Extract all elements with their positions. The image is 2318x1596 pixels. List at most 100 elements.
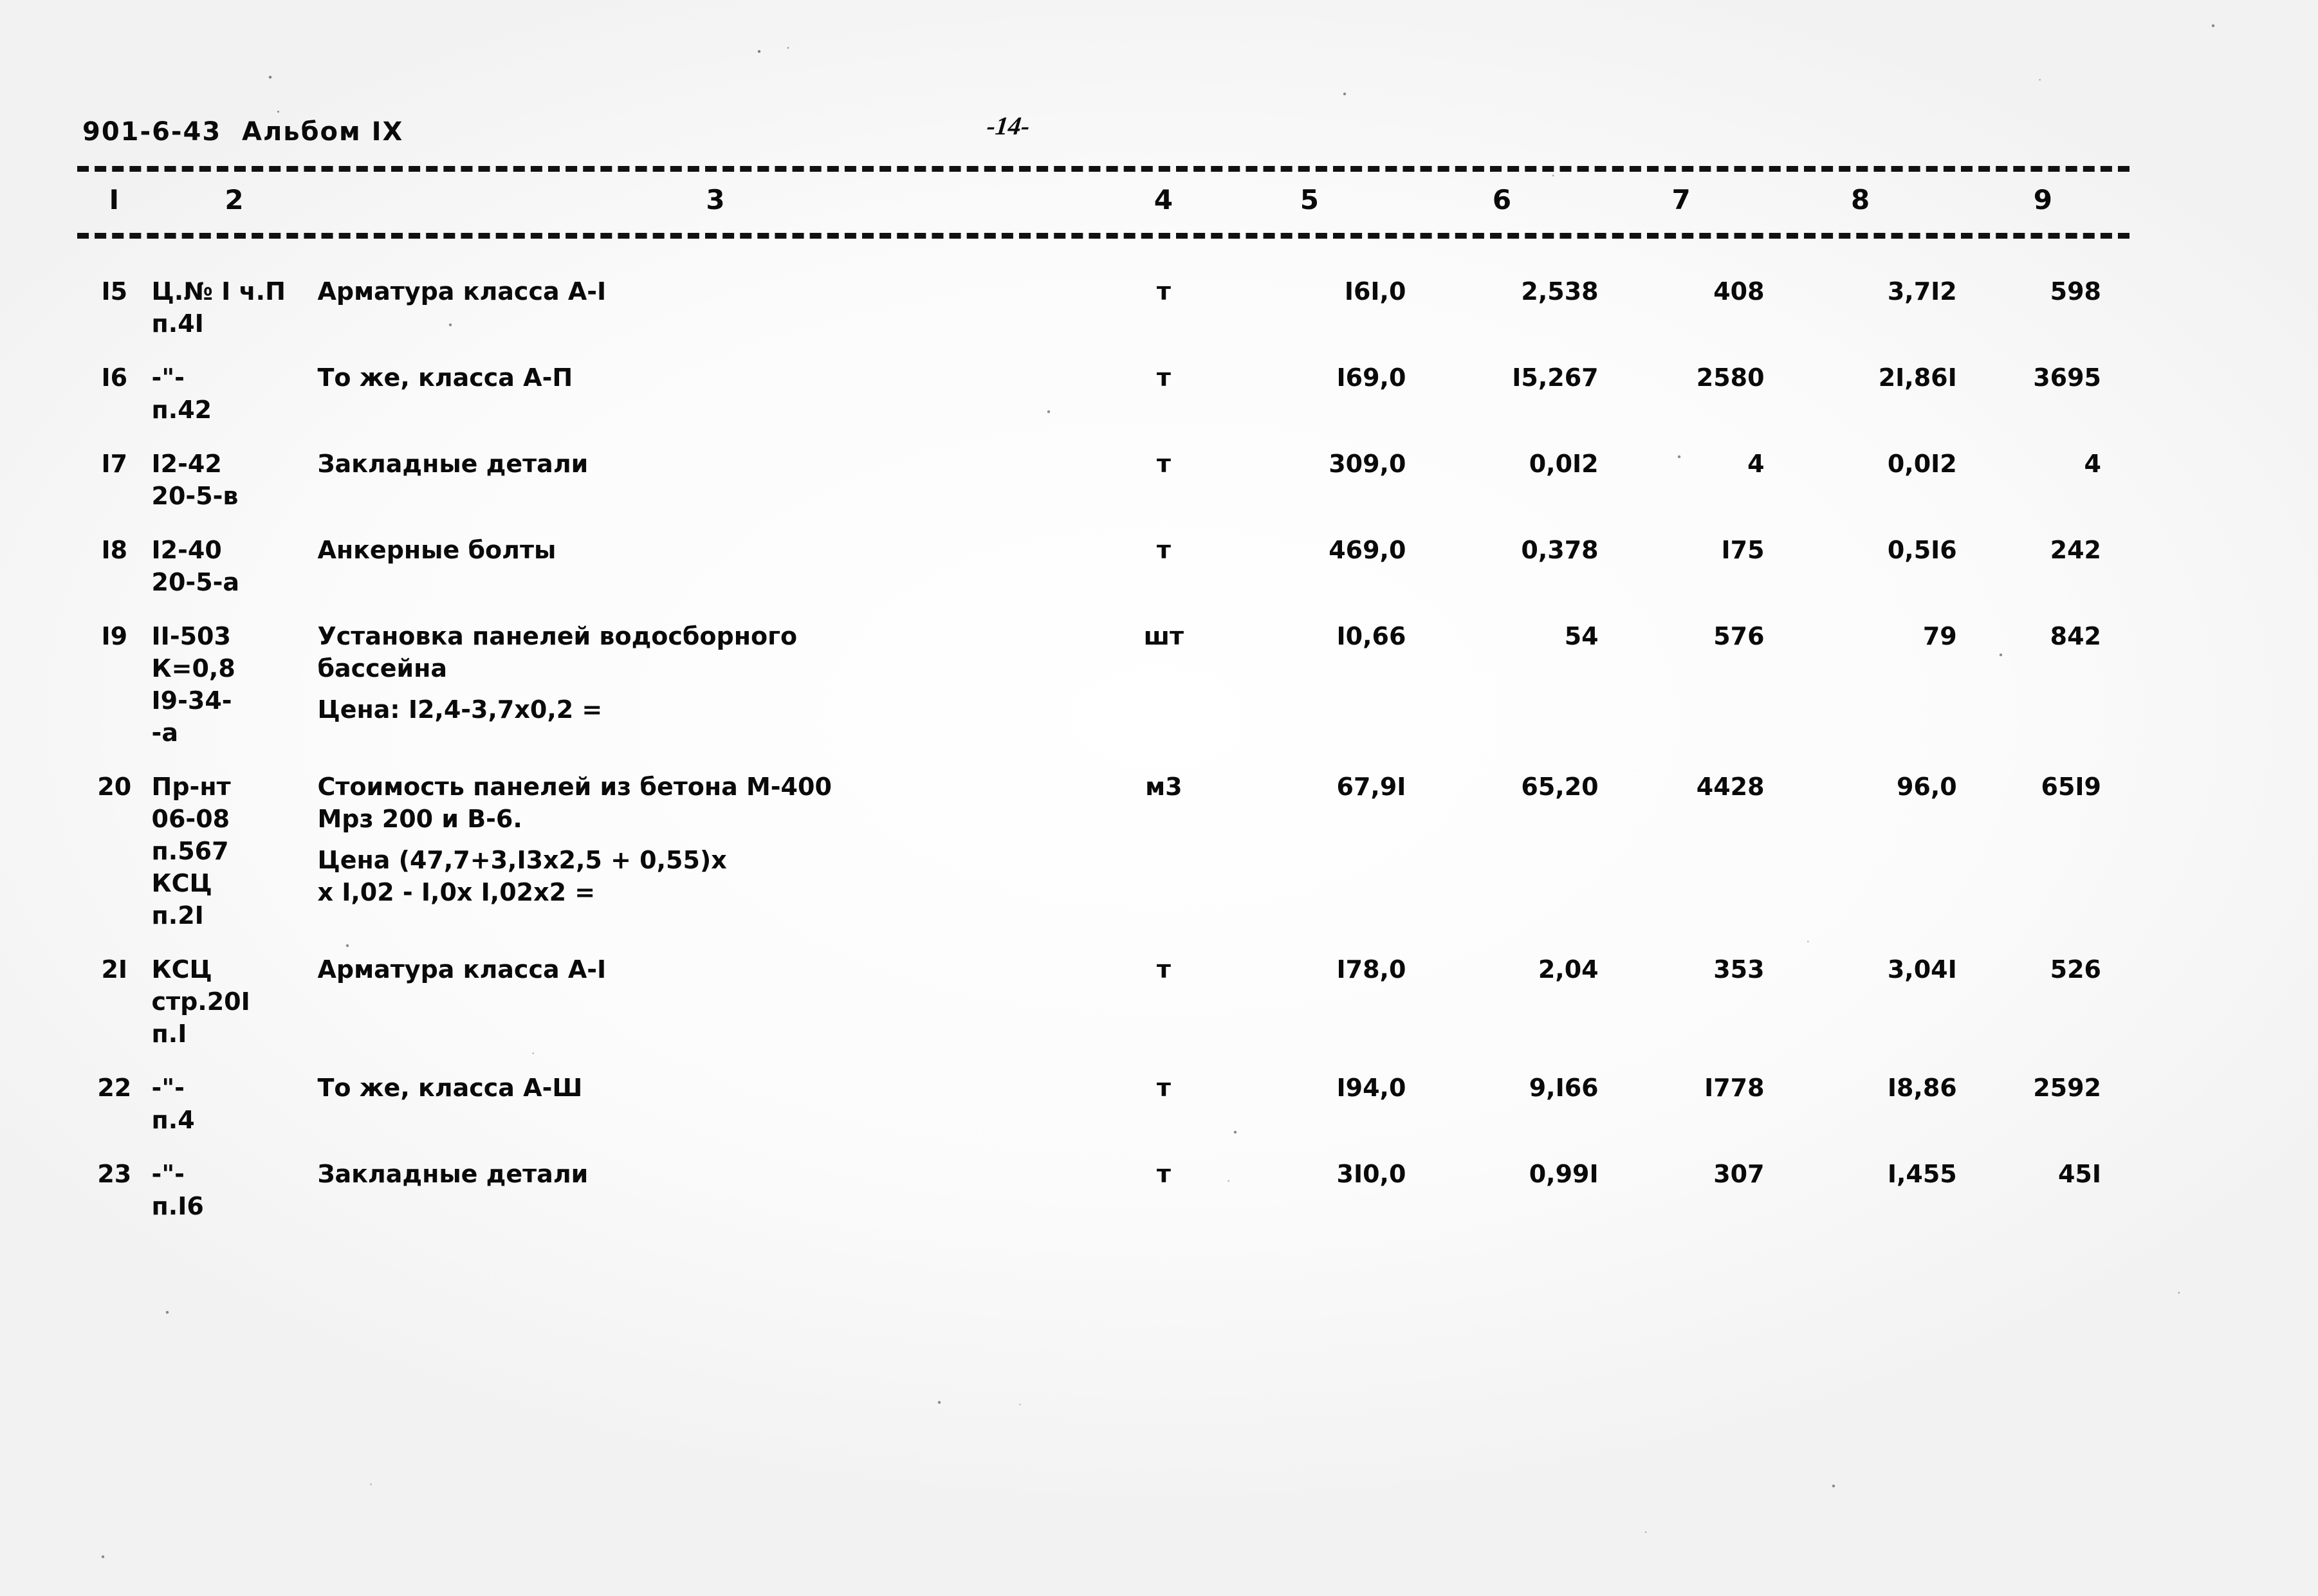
text-line: х I,02 - I,0х I,02х2 = [317,878,596,906]
text-line: I,455 [1887,1160,1957,1188]
row-unit-cell: т [1114,1067,1214,1153]
row-description-cell: Установка панелей водосборного бассейна Це… [317,615,1114,766]
text-line: Пр-нт [151,773,231,801]
row-value-col7: 408 [1599,270,1764,356]
text-line: 22 [97,1074,132,1102]
text-line: I69,0 [1336,363,1406,392]
text-line: 0,5I6 [1887,536,1957,564]
row-number-cell: 20 [77,766,152,948]
row-unit-cell: т [1114,356,1214,443]
row-value-col9: 45I [1957,1153,2129,1239]
row-value-col6: 65,20 [1406,766,1598,948]
text-line: 79 [1922,622,1957,650]
text-line: 598 [2050,277,2101,306]
table-row: I9 II-503 К=0,8 I9-34- -а Установка панелей в… [77,615,2129,766]
row-number-cell: 2I [77,948,152,1067]
row-code-cell: II-503 К=0,8 I9-34- -а [152,615,318,766]
description-spacer [317,684,1114,693]
text-line: Закладные детали [317,450,589,478]
row-description-cell: Арматура класса А-I [317,270,1114,356]
text-line: 242 [2050,536,2101,564]
row-value-col5: 309,0 [1213,443,1406,529]
row-value-col9: 2592 [1957,1067,2129,1153]
text-line: 2580 [1696,363,1765,392]
column-header-3: 3 [706,184,726,216]
text-line: Закладные детали [317,1160,589,1188]
row-number-cell: I8 [77,529,152,615]
text-line: I5,267 [1512,363,1599,392]
row-value-col8: 0,0I2 [1765,443,1957,529]
row-value-col6: I5,267 [1406,356,1598,443]
column-header-6: 6 [1492,184,1513,216]
text-line: I6 [101,363,128,392]
text-line: 3I0,0 [1336,1160,1406,1188]
row-value-col6: 0,0I2 [1406,443,1599,529]
text-line: I0,66 [1336,622,1406,650]
text-line: 2592 [2033,1074,2101,1102]
text-line: 20-5-а [151,568,240,596]
row-code-cell: -"- п.I6 [152,1153,318,1239]
text-line: 526 [2050,955,2101,984]
text-line: 2I [101,955,128,984]
cost-estimate-table: I 2 3 4 5 6 7 8 9 I5 Ц.№ I ч.П п.4I Арматур… [77,184,2129,1239]
row-code-cell: Ц.№ I ч.П п.4I [152,270,318,356]
text-line: I9 [101,622,128,650]
text-line: I2-40 [151,536,222,564]
text-line: 2,04 [1538,955,1599,984]
text-line: КСЦ [151,955,212,984]
text-line: т [1156,1074,1171,1102]
row-value-col9: 65I9 [1957,766,2129,948]
text-line: т [1156,536,1171,564]
text-line: п.4 [151,1106,195,1134]
text-line: Арматура класса А-I [317,955,607,984]
row-value-col7: 4 [1599,443,1764,529]
row-description-cell: Стоимость панелей из бетона М-400 Мрз 200… [317,766,1114,948]
row-value-col7: I75 [1599,529,1765,615]
table-row: 2I КСЦ стр.20I п.I Арматура класса А-I т I78,0… [77,948,2129,1067]
text-line: 309,0 [1329,450,1406,478]
text-line: бассейна [317,654,447,683]
row-description-cell: Закладные детали [317,1153,1114,1239]
text-line: 23 [97,1160,132,1188]
row-description-cell: Арматура класса А-I [317,948,1114,1067]
text-line: 4 [2084,450,2101,478]
row-value-col7: 4428 [1599,766,1765,948]
row-value-col5: 469,0 [1213,529,1406,615]
row-unit-cell: т [1114,270,1214,356]
row-value-col5: I69,0 [1213,356,1406,443]
text-line: п.I6 [151,1192,204,1220]
row-code-cell: I2-40 20-5-а [152,529,318,615]
row-value-col7: 353 [1599,948,1765,1067]
text-line: То же, класса А-П [317,363,573,392]
text-line: 65I9 [2041,773,2101,801]
text-line: I78,0 [1336,955,1406,984]
text-line: II-503 [151,622,231,650]
row-value-col9: 3695 [1957,356,2129,443]
text-line: I8 [101,536,128,564]
row-number-cell: 23 [77,1153,152,1239]
column-header-1: I [109,184,120,216]
text-line: 96,0 [1896,773,1957,801]
row-value-col5: I94,0 [1213,1067,1406,1153]
table-row: I8 I2-40 20-5-а Анкерные болты т 469,0 0,378 I7… [77,529,2129,615]
column-header-9: 9 [2033,184,2053,216]
text-line: 576 [1713,622,1765,650]
text-line: 842 [2050,622,2101,650]
text-line: п.4I [151,309,204,338]
column-header-2: 2 [225,184,244,216]
text-line: I94,0 [1336,1074,1406,1102]
text-line: 469,0 [1329,536,1406,564]
text-line: м3 [1145,773,1182,801]
text-line: I5 [101,277,128,306]
row-number-cell: 22 [77,1067,152,1153]
text-line: -а [151,719,178,747]
row-value-col7: I778 [1599,1067,1764,1153]
row-description-cell: Закладные детали [317,443,1114,529]
table-row: 23 -"- п.I6 Закладные детали т 3I0,0 0,99I 307 I… [77,1153,2129,1239]
table-row: 20 Пр-нт 06-08 п.567 КСЦ п.2I Стоимость панеле… [77,766,2129,948]
text-line: 353 [1713,955,1765,984]
text-line: Анкерные болты [317,536,557,564]
text-line: I6I,0 [1344,277,1406,306]
text-line: 3,04I [1887,955,1957,984]
text-line: I9-34- [151,686,232,715]
